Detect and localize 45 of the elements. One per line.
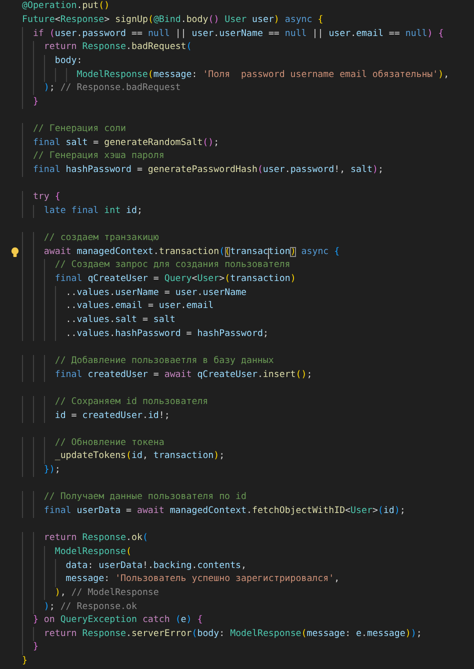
code-line: ), // ModelResponse <box>54 586 159 600</box>
code-line: } <box>32 641 38 654</box>
code-line: // Добавление пользоваетля в базу данных <box>54 354 274 368</box>
code-line: // Обновление токена <box>54 436 164 450</box>
code-line: return Response.ok( <box>44 532 148 546</box>
code-line: try { <box>32 191 60 204</box>
code-line: final userData = await managedContext.fetchObjectWithID<User>(id); <box>44 505 406 518</box>
code-line: ..values.email = user.email <box>66 300 214 314</box>
code-line: return Response.serverError(body: ModelResponse(message: e.message)); <box>44 628 422 641</box>
code-line: } <box>22 655 28 668</box>
indent-guide <box>32 627 34 642</box>
code-line: }); <box>44 464 60 478</box>
code-line: return Response.badRequest( <box>44 41 192 54</box>
code-line: if (user.password == null || user.userName == null || user.email == null) { <box>32 28 444 41</box>
indent-guide <box>54 68 56 82</box>
code-line: final hashPassword = generatePasswordHash(user.password!, salt); <box>32 164 384 177</box>
code-line: ModelResponse( <box>54 546 132 559</box>
code-line: final qCreateUser = Query<User>(transaction) <box>54 273 296 286</box>
code-line: data: userData!.backing.contents, <box>66 560 247 573</box>
code-line: // Генерация хэша пароля <box>32 150 164 164</box>
lightbulb-icon[interactable] <box>10 246 20 258</box>
code-line: // Создаем запрос для создания пользователя <box>54 259 290 272</box>
code-line: ..values.hashPassword = hashPassword; <box>66 328 268 341</box>
code-line: // создаем транзакицю <box>44 232 159 246</box>
code-line: id = createdUser.id!; <box>54 410 170 423</box>
code-line: // Получаем данные пользователя по id <box>44 491 246 504</box>
code-line: final salt = generateRandomSalt(); <box>32 136 220 150</box>
code-line: @Operation.put() <box>22 0 110 14</box>
code-line: ModelResponse(message: 'Поля password username email обязательны'), <box>76 68 450 82</box>
code-line: late final int id; <box>44 204 142 218</box>
code-line: // Сохраняем id пользователя <box>54 396 208 409</box>
indent-guide <box>32 204 34 218</box>
code-line: message: 'Пользователь успешно зарегистрировался', <box>66 573 340 586</box>
code-line: ..values.userName = user.userName <box>66 286 247 300</box>
code-line: _updateTokens(id, transaction); <box>54 450 225 464</box>
code-line: ); // Response.badRequest <box>44 82 181 96</box>
code-line: ); // Response.ok <box>44 600 137 614</box>
code-line: } on QueryException catch (e) { <box>32 614 203 628</box>
code-line: final createdUser = await qCreateUser.insert(); <box>54 368 312 382</box>
code-line: } <box>32 96 38 109</box>
indent-guide <box>66 68 67 82</box>
code-line: ..values.salt = salt <box>66 314 176 328</box>
code-line: // Генерация соли <box>32 123 126 136</box>
code-line: Future<Response> signUp(@Bind.body() User user) async { <box>22 14 324 27</box>
code-line: body: <box>54 54 82 68</box>
